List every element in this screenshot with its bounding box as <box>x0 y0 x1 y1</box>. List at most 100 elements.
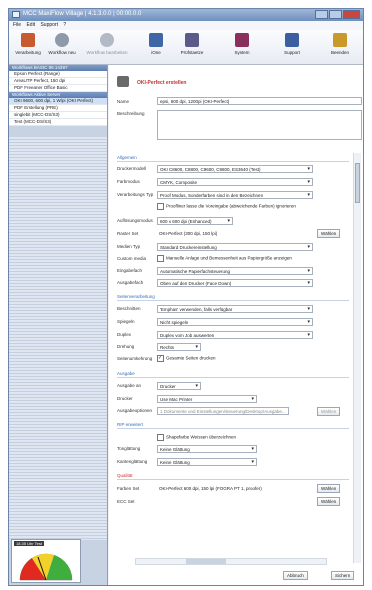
printer-icon <box>117 76 129 87</box>
custom-media-checkbox[interactable]: Manuelle Anlage und Bemessenheit aus Pap… <box>157 255 292 262</box>
eingabefach-select[interactable]: Automatische Papierfachsteuerung <box>157 267 313 275</box>
drehung-select[interactable]: Rechts <box>157 343 201 351</box>
minimize-icon[interactable] <box>315 10 328 19</box>
raster-choose-button[interactable]: Wählen <box>317 229 341 238</box>
custom-media-checkbox-label: Manuelle Anlage und Bemessenheit aus Pap… <box>166 255 292 261</box>
tonglaettung-select[interactable]: Keine Glättung <box>157 445 257 453</box>
description-field[interactable] <box>157 110 362 140</box>
section-rip: RIP erweitert <box>117 422 349 429</box>
ausgabeoptionen-label: Ausgabeoptionen <box>117 408 153 413</box>
sidebar-item[interactable]: PDF Erstellung (PRE) <box>9 105 107 112</box>
description-label: Beschreibung <box>117 111 145 116</box>
processing-icon <box>21 33 35 47</box>
menu-support[interactable]: Support <box>40 21 58 30</box>
proof-checkbox[interactable]: Proofliner lasse die Voreingabe (abweich… <box>157 203 296 210</box>
workflow-new-button[interactable]: Workflow neu <box>47 33 77 55</box>
workflow-edit-icon <box>100 33 114 47</box>
printer-icon <box>185 33 199 47</box>
ausgabefach-select[interactable]: Oben auf den Drucker (Face Down) <box>157 279 313 287</box>
aufloesung-select[interactable]: 600 x 600 dpi (Enhanced) <box>157 217 233 225</box>
verarbeitung-button[interactable]: Verarbeitung <box>13 33 43 55</box>
eingabefach-label: Eingabefach <box>117 268 143 273</box>
workflow-edit-button[interactable]: Workflow bearbeiten <box>85 33 129 55</box>
checkbox-box[interactable] <box>157 255 164 262</box>
checkbox-box[interactable] <box>157 434 164 441</box>
section-seitenverarbeitung: Seitenverarbeitung <box>117 294 349 301</box>
seitenumkehr-checkbox[interactable]: Gesamte Seiten drucken <box>157 355 216 362</box>
support-button[interactable]: Support <box>277 33 307 55</box>
ione-icon <box>149 33 163 47</box>
ausgabeoptionen-choose-button[interactable]: Wählen <box>317 407 341 416</box>
name-field[interactable]: epsi, 600 dpi, 1200pi (OKI-Perfect) <box>157 97 362 105</box>
ione-button[interactable]: iOne <box>141 33 171 55</box>
farbset-choose-button[interactable]: Wählen <box>317 484 341 493</box>
rip-checkbox[interactable]: Shapefarbe Weissen überzeichnen <box>157 434 236 441</box>
beenden-button[interactable]: Beenden <box>325 33 355 55</box>
sidebar-item[interactable]: AreaUTP Perfect, 150 dpi <box>9 78 107 85</box>
druckermodell-label: Druckermodell <box>117 166 147 171</box>
maximize-icon[interactable] <box>329 10 342 19</box>
scrollbar-thumb[interactable] <box>355 163 360 203</box>
ausgabeoptionen-field[interactable]: 1 Dokumente und Einstellungen/steuerung/… <box>157 407 289 415</box>
close-icon[interactable] <box>343 10 360 19</box>
window-controls <box>315 10 360 19</box>
spiegeln-select[interactable]: Nicht spiegeln <box>157 318 313 326</box>
kantenglaettung-select[interactable]: Keine Glättung <box>157 458 257 466</box>
main-panel: OKI-Perfect erstellen Name epsi, 600 dpi… <box>109 65 363 585</box>
workflow-new-icon <box>55 33 69 47</box>
pruefstaetze-button[interactable]: Prüfstaetze <box>177 33 207 55</box>
workflow-sidebar: Workflows BASIC 96.14397 Epson Perfect (… <box>9 65 108 585</box>
duplex-select[interactable]: Duplex vom Job auswerten <box>157 331 313 339</box>
sidebar-empty-area <box>9 137 107 540</box>
sidebar-item[interactable]: Epson Perfect (Range) <box>9 71 107 78</box>
spiegeln-label: Spiegeln <box>117 319 135 324</box>
sidebar-item[interactable]: singlebit (MCC-DS/S3) <box>9 112 107 119</box>
menu-edit[interactable]: Edit <box>26 21 35 30</box>
sidebar-item[interactable]: Test (MCC-DS/S3) <box>9 119 107 126</box>
app-window: MCC MaxiFlow Village | 4.1.3.0.0 | 00:00… <box>8 8 364 586</box>
toolbar: Verarbeitung Workflow neu Workflow bearb… <box>9 30 363 65</box>
medien-label: Medien Typ <box>117 244 141 249</box>
medien-select[interactable]: Standard Druckereinstellung <box>157 243 313 251</box>
raster-label: Raster Set <box>117 231 139 236</box>
window-title: MCC MaxiFlow Village | 4.1.3.0.0 | 00:00… <box>23 11 142 17</box>
menu-file[interactable]: File <box>13 21 21 30</box>
druckermodell-select[interactable]: OKI C8600, C8800, C9600, C9800, ES3640 (… <box>157 165 313 173</box>
system-icon <box>235 33 249 47</box>
status-gauge: 18.35 Uhr Test <box>11 539 81 583</box>
sidebar-item[interactable]: PDF Freeaner Office Basic <box>9 85 107 92</box>
section-ausgabe: Ausgabe <box>117 371 349 378</box>
menu-help[interactable]: ? <box>63 21 66 30</box>
vertical-scrollbar[interactable] <box>353 153 361 563</box>
ecc-choose-button[interactable]: Wählen <box>317 497 341 506</box>
save-button[interactable]: Sichern <box>331 571 355 580</box>
checkbox-box[interactable] <box>157 203 164 210</box>
cancel-button[interactable]: Abbruch <box>283 571 308 580</box>
beschnitt-select[interactable]: 'Emphas' verwenden, falls verfügbar <box>157 305 313 313</box>
gauge-dial <box>19 553 73 581</box>
seitenumkehr-checkbox-label: Gesamte Seiten drucken <box>166 355 216 361</box>
drucker-select[interactable]: Use Mac Printer <box>157 395 257 403</box>
verarbeitung-select[interactable]: Proof Modus, Sonderfarben sind in den Be… <box>157 191 313 199</box>
verarbeitung-label: Verarbeitungs Typ <box>117 192 154 197</box>
scrollbar-thumb[interactable] <box>186 559 226 564</box>
farbmodus-select[interactable]: CMYK, Composite <box>157 178 313 186</box>
checkbox-box[interactable] <box>157 355 164 362</box>
sidebar-item-selected[interactable]: OKI 9600, 600 dpi, 1 W/pi (OKI Perfect) <box>9 98 107 105</box>
app-icon <box>12 11 20 18</box>
ausgabe-an-select[interactable]: Drucker <box>157 382 201 390</box>
seitenumkehr-label: Seitenumkehrung <box>117 356 153 361</box>
raster-value: OKI-Perfect (300 dpi, 150 lpi) <box>157 230 283 238</box>
page-title: OKI-Perfect erstellen <box>137 80 187 86</box>
aufloesung-label: Auflösungsmodus <box>117 218 153 223</box>
system-button[interactable]: System <box>227 33 257 55</box>
duplex-label: Duplex <box>117 332 132 337</box>
title-bar[interactable]: MCC MaxiFlow Village | 4.1.3.0.0 | 00:00… <box>9 9 363 21</box>
horizontal-scrollbar[interactable] <box>135 558 327 565</box>
farbmodus-label: Farbmodus <box>117 179 140 184</box>
proof-checkbox-label: Proofliner lasse die Voreingabe (abweich… <box>166 203 296 209</box>
ecc-label: ECC Set <box>117 499 135 504</box>
ausgabefach-label: Ausgabefach <box>117 280 144 285</box>
beschnitt-label: Beschnitten <box>117 306 141 311</box>
section-allgemein: Allgemein <box>117 155 349 162</box>
